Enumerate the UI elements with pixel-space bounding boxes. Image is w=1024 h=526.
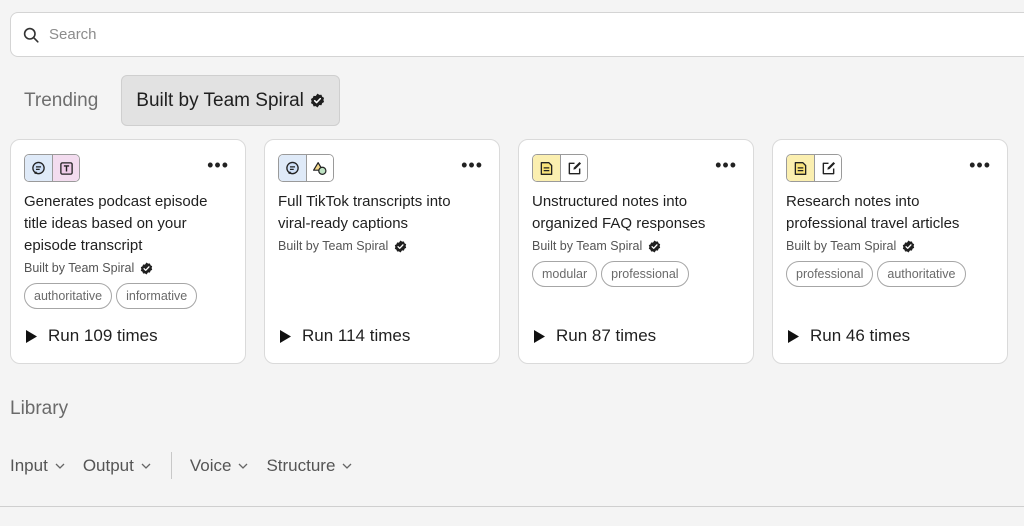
library-filters: Input Output Voice Structure xyxy=(10,452,370,479)
chevron-down-icon xyxy=(141,463,151,469)
chat-bubble-icon xyxy=(25,155,52,181)
card-type-icons xyxy=(24,154,80,182)
card-title: Research notes into professional travel … xyxy=(786,193,960,232)
chat-bubble-icon xyxy=(279,155,306,181)
tag: modular xyxy=(532,261,598,287)
more-options-icon[interactable]: ••• xyxy=(715,156,737,174)
tag: professional xyxy=(786,261,874,287)
card-type-icons xyxy=(532,154,588,182)
play-icon xyxy=(26,329,37,343)
verified-badge-icon xyxy=(902,239,915,253)
recipe-card[interactable]: ••• Research notes into professional tra… xyxy=(772,139,1008,364)
verified-badge-icon xyxy=(140,261,153,275)
card-grid: ••• Generates podcast episode title idea… xyxy=(10,139,1008,364)
chevron-down-icon xyxy=(342,463,352,469)
play-icon xyxy=(788,329,799,343)
recipe-card[interactable]: ••• Full TikTok transcripts into viral-r… xyxy=(264,139,500,364)
tab-trending[interactable]: Trending xyxy=(10,75,112,126)
run-count: Run 46 times xyxy=(787,326,910,346)
verified-badge-icon xyxy=(394,239,407,253)
edit-icon xyxy=(814,155,841,181)
card-title: Unstructured notes into organized FAQ re… xyxy=(532,193,706,232)
more-options-icon[interactable]: ••• xyxy=(207,156,229,174)
shapes-icon xyxy=(306,155,333,181)
title-text-icon xyxy=(52,155,79,181)
run-count: Run 109 times xyxy=(25,326,158,346)
card-builder: Built by Team Spiral xyxy=(532,239,740,253)
tag: authoritative xyxy=(877,261,966,287)
edit-icon xyxy=(560,155,587,181)
filter-output-dropdown[interactable]: Output xyxy=(83,456,151,476)
chevron-down-icon xyxy=(238,463,248,469)
card-type-icons xyxy=(786,154,842,182)
play-icon xyxy=(534,329,545,343)
run-count: Run 87 times xyxy=(533,326,656,346)
chevron-down-icon xyxy=(55,463,65,469)
run-count: Run 114 times xyxy=(279,326,410,346)
search-icon xyxy=(23,27,39,43)
section-divider xyxy=(0,506,1024,507)
card-title: Full TikTok transcripts into viral-ready… xyxy=(278,193,451,232)
card-title: Generates podcast episode title ideas ba… xyxy=(24,193,208,254)
tag: authoritative xyxy=(24,283,113,309)
more-options-icon[interactable]: ••• xyxy=(969,156,991,174)
card-builder: Built by Team Spiral xyxy=(24,261,232,275)
tab-built-by-team-spiral[interactable]: Built by Team Spiral xyxy=(121,75,340,126)
library-heading: Library xyxy=(10,398,69,419)
tag: informative xyxy=(116,283,198,309)
recipe-card[interactable]: ••• Unstructured notes into organized FA… xyxy=(518,139,754,364)
filter-divider xyxy=(170,452,172,479)
search-bar[interactable] xyxy=(10,12,1024,57)
card-tags: modular professional xyxy=(532,261,740,287)
filter-structure-dropdown[interactable]: Structure xyxy=(266,456,352,476)
card-builder: Built by Team Spiral xyxy=(278,239,486,253)
note-icon xyxy=(533,155,560,181)
card-tags: professional authoritative xyxy=(786,261,994,287)
more-options-icon[interactable]: ••• xyxy=(461,156,483,174)
filter-input-dropdown[interactable]: Input xyxy=(10,456,65,476)
note-icon xyxy=(787,155,814,181)
card-type-icons xyxy=(278,154,334,182)
search-input[interactable] xyxy=(49,26,949,43)
card-builder: Built by Team Spiral xyxy=(786,239,994,253)
verified-badge-icon xyxy=(310,93,325,108)
tag: professional xyxy=(601,261,689,287)
filter-voice-dropdown[interactable]: Voice xyxy=(190,456,249,476)
verified-badge-icon xyxy=(648,239,661,253)
recipe-card[interactable]: ••• Generates podcast episode title idea… xyxy=(10,139,246,364)
category-tabs: Trending Built by Team Spiral xyxy=(10,75,340,126)
play-icon xyxy=(280,329,291,343)
card-tags: authoritative informative xyxy=(24,283,232,309)
